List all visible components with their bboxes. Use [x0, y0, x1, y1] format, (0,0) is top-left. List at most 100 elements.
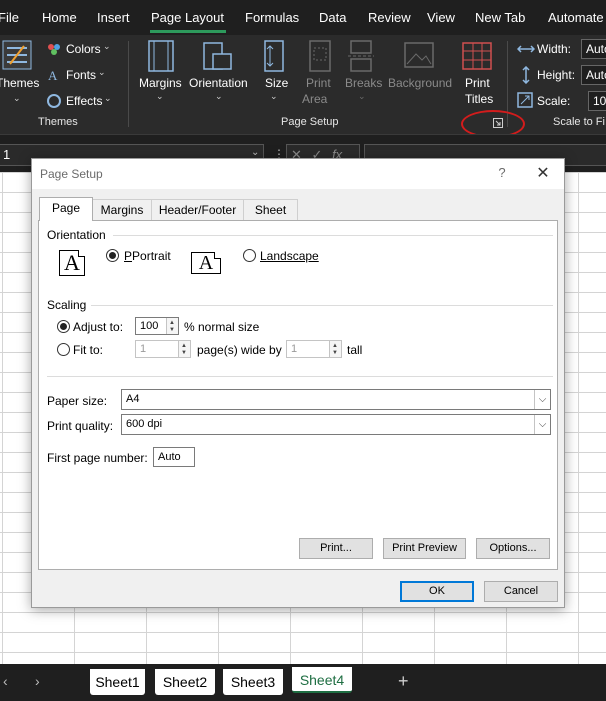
sheet-tab-1[interactable]: Sheet1: [90, 669, 145, 695]
print-button[interactable]: Print...: [299, 538, 373, 559]
paper-size-select[interactable]: A4 ⌵: [121, 389, 551, 410]
scale-label: Scale:: [537, 94, 571, 108]
divider: [91, 305, 553, 306]
chevron-down-icon[interactable]: ⌵: [534, 415, 550, 434]
size-icon[interactable]: [262, 40, 286, 72]
ok-button[interactable]: OK: [400, 581, 474, 602]
chevron-down-icon: ⌄: [215, 91, 223, 101]
adjust-to-label[interactable]: Adjust to:: [73, 320, 123, 334]
tab-page[interactable]: Page: [39, 197, 93, 221]
print-titles-label-2[interactable]: Titles: [465, 92, 493, 106]
width-select[interactable]: Auto: [581, 39, 606, 59]
margins-icon[interactable]: [148, 40, 174, 72]
chevron-down-icon: ⌄: [103, 41, 111, 51]
colors-button-label[interactable]: Colors: [66, 42, 101, 56]
dialog-titlebar[interactable]: Page Setup ? ✕: [32, 159, 564, 189]
scale-icon: [517, 92, 533, 108]
dialog-title: Page Setup: [40, 167, 103, 181]
print-titles-label[interactable]: Print: [465, 76, 490, 90]
paper-size-label: Paper size:: [47, 394, 108, 408]
adjust-to-radio[interactable]: [57, 320, 70, 333]
help-button[interactable]: ?: [495, 165, 509, 180]
tall-label: tall: [347, 343, 363, 357]
size-button-label[interactable]: Size: [265, 76, 288, 90]
pages-tall-input[interactable]: 1 ▲ ▼: [286, 340, 342, 358]
tab-file[interactable]: File: [0, 10, 19, 25]
landscape-label[interactable]: Landscape: [260, 249, 319, 263]
scroll-left-icon[interactable]: ‹: [3, 673, 8, 689]
spinner-arrows[interactable]: ▲ ▼: [178, 341, 190, 357]
print-quality-label: Print quality:: [47, 419, 114, 433]
sheet-tab-2[interactable]: Sheet2: [155, 669, 215, 695]
fit-to-label[interactable]: Fit to:: [73, 343, 103, 357]
spinner-arrows[interactable]: ▲ ▼: [329, 341, 341, 357]
fonts-icon: A: [48, 68, 58, 82]
tab-insert[interactable]: Insert: [97, 10, 130, 25]
add-sheet-button[interactable]: +: [398, 671, 409, 692]
background-icon: [404, 42, 434, 68]
fonts-button-label[interactable]: Fonts: [66, 68, 96, 82]
chevron-down-icon: ⌄: [13, 93, 21, 103]
percent-normal-size-label: % normal size: [184, 320, 260, 334]
tab-view[interactable]: View: [427, 10, 455, 25]
sheet-tab-bar: ‹ › Sheet1 Sheet2 Sheet3 Sheet4 +: [0, 664, 606, 701]
scale-input[interactable]: 100: [588, 91, 606, 111]
themes-group-label: Themes: [38, 116, 78, 128]
themes-icon[interactable]: [2, 40, 32, 70]
themes-button-label[interactable]: Themes: [0, 76, 39, 90]
height-select[interactable]: Auto: [581, 65, 606, 85]
background-label: Background: [388, 76, 453, 90]
fit-to-radio[interactable]: [57, 343, 70, 356]
chevron-down-icon: ⌄: [156, 91, 164, 101]
ribbon-tab-bar: File Home Insert Page Layout Formulas Da…: [0, 0, 606, 35]
pages-wide-input[interactable]: 1 ▲ ▼: [135, 340, 191, 358]
divider: [113, 235, 553, 236]
print-titles-icon[interactable]: [462, 40, 492, 72]
first-page-number-input[interactable]: Auto: [153, 447, 195, 467]
effects-button-label[interactable]: Effects: [66, 94, 102, 108]
tab-new-tab[interactable]: New Tab: [475, 10, 525, 25]
pages-wide-label: page(s) wide by: [197, 343, 282, 357]
tab-data[interactable]: Data: [319, 10, 346, 25]
margins-button-label[interactable]: Margins: [139, 76, 182, 90]
print-quality-select[interactable]: 600 dpi ⌵: [121, 414, 551, 435]
sheet-tab-4[interactable]: Sheet4: [292, 667, 352, 693]
scroll-right-icon[interactable]: ›: [35, 673, 40, 689]
tab-formulas[interactable]: Formulas: [245, 10, 299, 25]
tab-sheet[interactable]: Sheet: [243, 199, 298, 220]
chevron-down-icon[interactable]: ⌄: [251, 147, 259, 158]
portrait-label[interactable]: PPortrait: [124, 249, 171, 263]
height-label: Height:: [537, 68, 576, 82]
group-divider: [128, 41, 129, 127]
adjust-to-input[interactable]: 100 ▲ ▼: [135, 317, 179, 335]
breaks-label: Breaks: [345, 76, 383, 90]
first-page-number-label: First page number:: [47, 451, 148, 465]
landscape-radio[interactable]: [243, 249, 256, 262]
tab-margins[interactable]: Margins: [92, 199, 152, 220]
breaks-icon: [348, 40, 374, 72]
width-icon: [517, 45, 535, 53]
chevron-down-icon: ⌄: [358, 91, 366, 101]
tab-header-footer[interactable]: Header/Footer: [151, 199, 244, 220]
print-preview-button[interactable]: Print Preview: [383, 538, 466, 559]
tab-home[interactable]: Home: [42, 10, 77, 25]
tab-automate[interactable]: Automate: [548, 10, 604, 25]
chevron-down-icon: ⌄: [104, 93, 112, 103]
orientation-button-label[interactable]: Orientation: [189, 76, 248, 90]
sheet-tab-3[interactable]: Sheet3: [223, 669, 283, 695]
orientation-section-label: Orientation: [47, 228, 106, 242]
spinner-arrows[interactable]: ▲ ▼: [166, 318, 178, 334]
options-button[interactable]: Options...: [476, 538, 550, 559]
divider: [47, 376, 553, 377]
svg-text:A: A: [48, 68, 58, 82]
portrait-radio[interactable]: [106, 249, 119, 262]
orientation-icon[interactable]: [203, 40, 233, 72]
tab-review[interactable]: Review: [368, 10, 411, 25]
close-icon[interactable]: ✕: [532, 163, 554, 185]
chevron-down-icon: ⌄: [270, 91, 278, 101]
cancel-button[interactable]: Cancel: [484, 581, 558, 602]
height-icon: [522, 66, 530, 84]
chevron-down-icon[interactable]: ⌵: [534, 390, 550, 409]
tab-page-layout[interactable]: Page Layout: [151, 10, 224, 25]
print-area-label: Print: [306, 76, 331, 90]
